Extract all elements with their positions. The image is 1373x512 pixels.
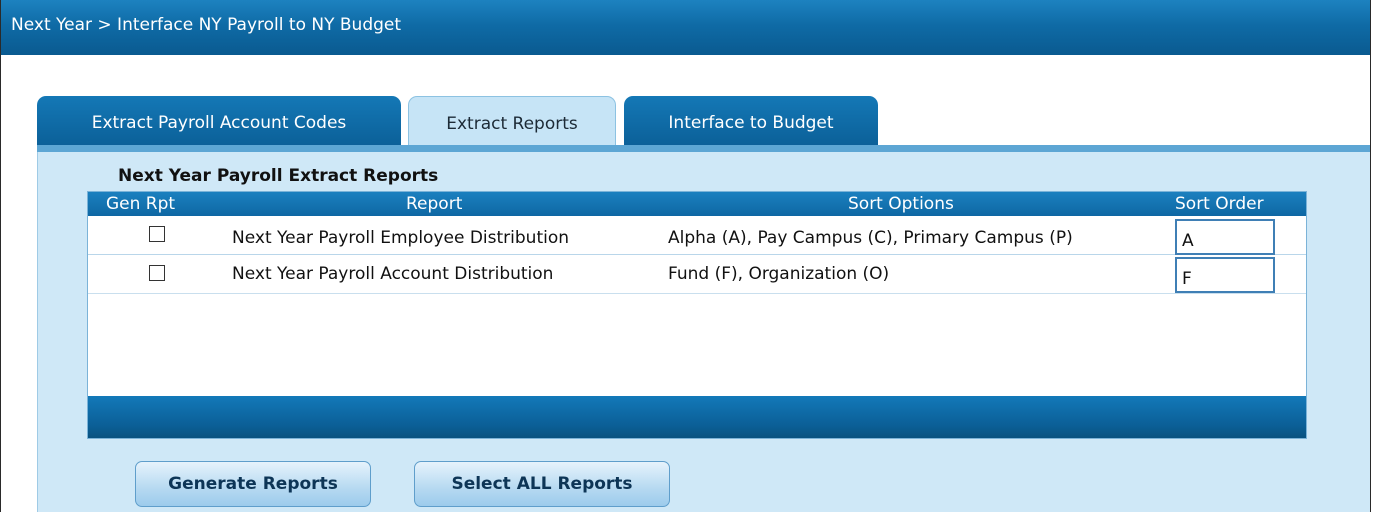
sort-options: Alpha (A), Pay Campus (C), Primary Campu… [668,228,1073,248]
breadcrumb: Next Year > Interface NY Payroll to NY B… [1,0,1370,55]
table-row: Next Year Payroll Employee Distribution … [88,216,1306,255]
column-header-sort-order: Sort Order [1175,194,1264,214]
sort-options: Fund (F), Organization (O) [668,264,890,284]
tab-extract-payroll-account-codes[interactable]: Extract Payroll Account Codes [37,96,401,148]
grid-footer [88,396,1306,438]
gen-rpt-checkbox[interactable] [149,226,165,242]
tab-interface-to-budget[interactable]: Interface to Budget [624,96,878,148]
report-name: Next Year Payroll Employee Distribution [232,228,570,248]
reports-grid: Gen Rpt Report Sort Options Sort Order N… [87,191,1307,439]
column-header-gen-rpt: Gen Rpt [106,194,176,214]
tab-strip [37,145,1370,152]
report-name: Next Year Payroll Account Distribution [232,264,554,284]
column-header-report: Report [406,194,463,214]
window-frame: Next Year > Interface NY Payroll to NY B… [0,0,1371,512]
select-all-reports-button[interactable]: Select ALL Reports [414,461,670,507]
generate-reports-button[interactable]: Generate Reports [135,461,371,507]
column-header-sort-options: Sort Options [848,194,954,214]
grid-header: Gen Rpt Report Sort Options Sort Order [88,192,1306,216]
gen-rpt-checkbox[interactable] [149,265,165,281]
extract-reports-panel: Next Year Payroll Extract Reports Gen Rp… [37,152,1370,512]
tab-extract-reports[interactable]: Extract Reports [408,96,616,148]
sort-order-input[interactable] [1175,219,1275,255]
sort-order-input[interactable] [1175,257,1275,293]
section-title: Next Year Payroll Extract Reports [118,166,439,186]
table-row: Next Year Payroll Account Distribution F… [88,255,1306,294]
